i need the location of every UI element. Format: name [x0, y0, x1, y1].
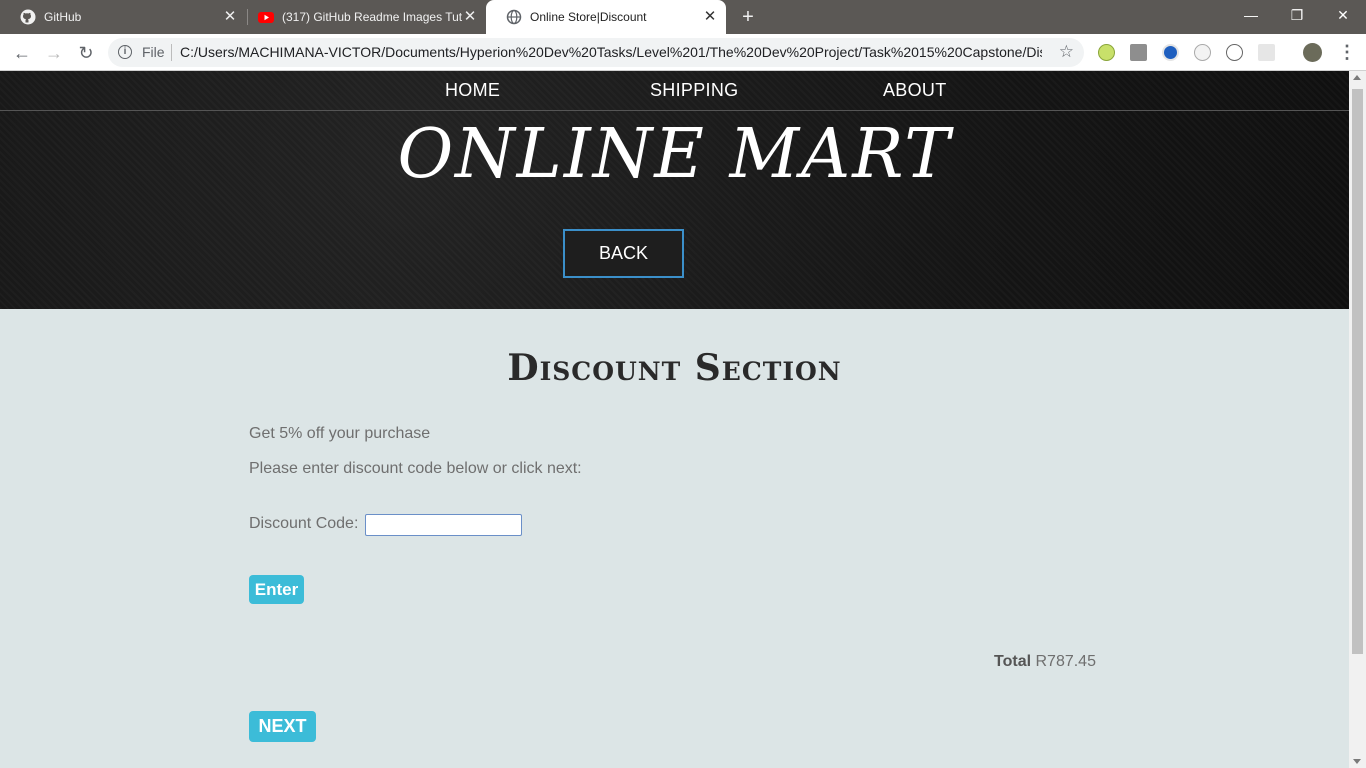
minimize-button[interactable]: —: [1228, 0, 1274, 30]
extension-grid-icon[interactable]: [1258, 44, 1275, 61]
divider: [171, 44, 172, 61]
vertical-scrollbar[interactable]: [1349, 71, 1366, 768]
top-navigation: HOME SHIPPING ABOUT: [0, 71, 1349, 111]
extension-timer-icon[interactable]: [1194, 44, 1211, 61]
enter-button[interactable]: Enter: [249, 575, 304, 604]
back-arrow-icon[interactable]: ←: [10, 41, 34, 65]
bookmark-star-icon[interactable]: ☆: [1059, 42, 1074, 62]
scrollbar-thumb[interactable]: [1352, 89, 1363, 654]
url-text[interactable]: C:/Users/MACHIMANA-VICTOR/Documents/Hype…: [180, 44, 1042, 60]
protocol-label: File: [142, 44, 165, 60]
instruction-text: Please enter discount code below or clic…: [249, 460, 582, 477]
nav-home-link[interactable]: HOME: [445, 80, 500, 101]
forward-arrow-icon[interactable]: →: [42, 41, 66, 65]
close-tab-icon[interactable]: ✕: [222, 9, 238, 25]
scroll-down-arrow-icon[interactable]: [1353, 759, 1361, 764]
order-total: Total R787.45: [994, 653, 1096, 671]
total-label: Total: [994, 653, 1032, 670]
restore-button[interactable]: ❐: [1274, 0, 1320, 30]
nav-about-link[interactable]: ABOUT: [883, 80, 947, 101]
address-bar[interactable]: i File C:/Users/MACHIMANA-VICTOR/Documen…: [108, 38, 1084, 67]
extension-lime-icon[interactable]: [1098, 44, 1115, 61]
profile-avatar[interactable]: [1303, 43, 1322, 62]
discount-code-input[interactable]: [365, 514, 522, 536]
browser-menu-icon[interactable]: ⋮: [1338, 42, 1356, 62]
extension-pdf-icon[interactable]: [1130, 44, 1147, 61]
extension-code-icon[interactable]: [1226, 44, 1243, 61]
tab-github[interactable]: GitHub ✕: [0, 0, 246, 34]
browser-tab-strip: GitHub ✕ (317) GitHub Readme Images Tut …: [0, 0, 1366, 34]
extension-globe-icon[interactable]: [1162, 44, 1179, 61]
globe-icon: [506, 9, 522, 25]
close-window-button[interactable]: ✕: [1320, 0, 1366, 30]
close-tab-icon[interactable]: ✕: [462, 9, 478, 25]
scroll-up-arrow-icon[interactable]: [1353, 75, 1361, 80]
section-title: Discount Section: [507, 347, 842, 389]
new-tab-button[interactable]: +: [737, 6, 759, 28]
browser-toolbar: ← → ↻ i File C:/Users/MACHIMANA-VICTOR/D…: [0, 34, 1366, 71]
tab-title: Online Store|Discount: [530, 10, 647, 24]
next-button[interactable]: NEXT: [249, 711, 316, 742]
info-icon[interactable]: i: [118, 45, 132, 59]
reload-icon[interactable]: ↻: [74, 41, 98, 65]
nav-shipping-link[interactable]: SHIPPING: [650, 80, 738, 101]
offer-text: Get 5% off your purchase: [249, 425, 431, 442]
page-viewport: HOME SHIPPING ABOUT ONLINE MART BACK Dis…: [0, 71, 1349, 768]
youtube-icon: [258, 9, 274, 25]
total-value: R787.45: [1035, 653, 1096, 670]
github-icon: [20, 9, 36, 25]
tab-youtube[interactable]: (317) GitHub Readme Images Tut ✕: [238, 0, 486, 34]
tab-online-store[interactable]: Online Store|Discount ✕: [486, 0, 726, 34]
close-tab-icon[interactable]: ✕: [702, 9, 718, 25]
site-brand-title: ONLINE MART: [397, 115, 952, 194]
tab-title: (317) GitHub Readme Images Tut: [282, 10, 462, 24]
hero-header: HOME SHIPPING ABOUT ONLINE MART BACK: [0, 71, 1349, 309]
tab-title: GitHub: [44, 10, 82, 24]
discount-code-label: Discount Code:: [249, 515, 359, 532]
back-button[interactable]: BACK: [563, 229, 684, 278]
